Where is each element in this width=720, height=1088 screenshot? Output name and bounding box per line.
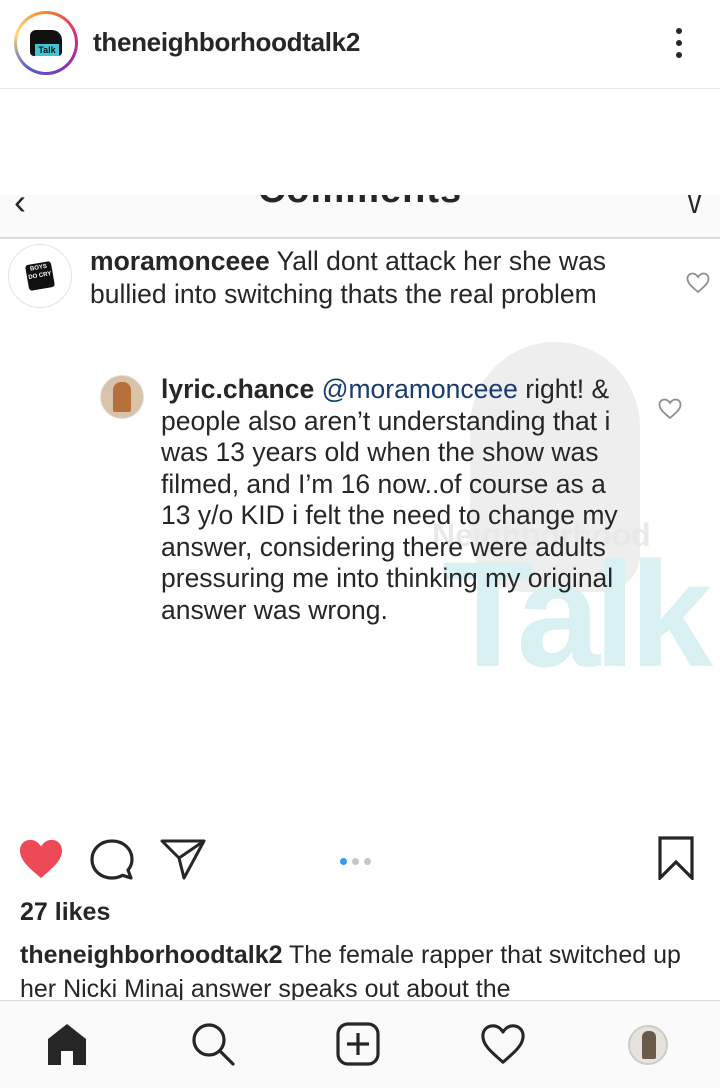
comment-bubble-icon[interactable] (90, 838, 134, 882)
post-action-bar (0, 820, 720, 900)
caption-username[interactable]: theneighborhoodtalk2 (20, 941, 283, 969)
reply-mention: @moramonceee (321, 374, 518, 404)
carousel-dot (364, 858, 371, 865)
comment-avatar: BOYS DO CRY (8, 244, 72, 308)
activity-heart-icon[interactable] (480, 1021, 526, 1067)
comment-text: moramonceee Yall dont attack her she was… (90, 245, 650, 311)
comment-like-heart-icon (686, 272, 710, 294)
reply-avatar (100, 375, 144, 419)
account-username[interactable]: theneighborhoodtalk2 (93, 27, 360, 58)
reply-text: lyric.chance @moramonceee right! & peopl… (161, 374, 631, 626)
paper-plane-icon[interactable] (160, 838, 206, 880)
reply-username: lyric.chance (161, 374, 315, 404)
reply-body: right! & people also aren’t understandin… (161, 374, 618, 625)
search-icon[interactable] (190, 1021, 236, 1067)
post-header: Talk theneighborhoodtalk2 (0, 0, 720, 89)
reply-like-heart-icon (658, 398, 682, 420)
profile-avatar[interactable] (628, 1025, 668, 1065)
bottom-navigation (0, 1000, 720, 1088)
post-image[interactable]: ‹ Comments v Neighborhood Talk BOYS DO C… (0, 89, 720, 820)
add-post-icon[interactable] (335, 1021, 381, 1067)
bookmark-icon[interactable] (657, 836, 695, 880)
screenshot-comments-header: ‹ Comments v (0, 195, 720, 239)
avatar-logo-text: Talk (35, 44, 59, 56)
comment-username: moramonceee (90, 246, 270, 276)
carousel-dot (352, 858, 359, 865)
more-options-icon[interactable] (668, 28, 690, 62)
send-icon: v (687, 195, 702, 221)
carousel-dot-active (340, 858, 347, 865)
avatar-badge: BOYS DO CRY (24, 260, 56, 292)
home-icon[interactable] (44, 1021, 90, 1067)
heart-filled-icon[interactable] (18, 838, 64, 880)
account-avatar[interactable]: Talk (14, 11, 78, 75)
post-caption: theneighborhoodtalk2 The female rapper t… (20, 938, 710, 1006)
carousel-indicator (340, 852, 376, 870)
screenshot-title: Comments (0, 195, 720, 212)
likes-count[interactable]: 27 likes (20, 898, 110, 927)
